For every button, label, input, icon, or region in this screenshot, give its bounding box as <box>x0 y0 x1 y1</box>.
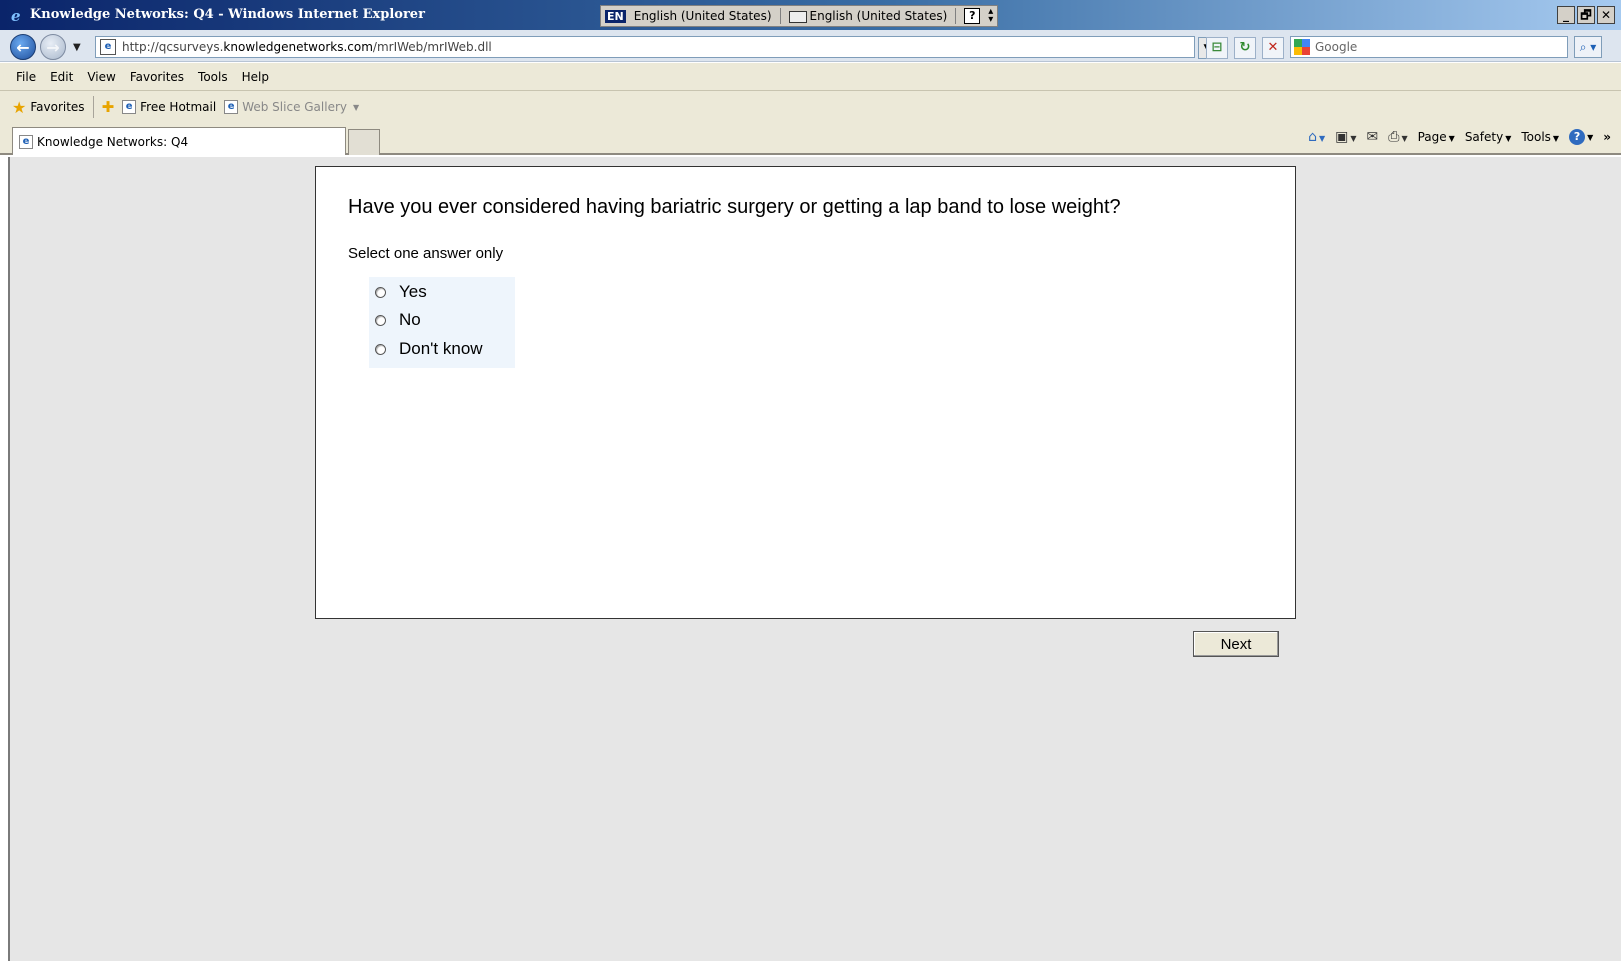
input-language[interactable]: English (United States) <box>634 9 772 23</box>
forward-arrow-icon: → <box>46 37 60 57</box>
google-logo-icon <box>1294 39 1310 55</box>
question-text: Have you ever considered having bariatri… <box>348 196 1121 218</box>
tools-menu-label: Tools <box>1521 130 1551 144</box>
navigation-bar: ← → ▼ e http://qcsurveys.knowledgenetwor… <box>0 30 1621 62</box>
favorite-link-label: Web Slice Gallery <box>242 100 347 114</box>
language-bar[interactable]: EN English (United States) English (Unit… <box>600 5 999 27</box>
url-path: /mrIWeb/mrIWeb.dll <box>372 40 492 54</box>
safety-menu-label: Safety <box>1464 130 1504 144</box>
favorites-button[interactable]: ★ Favorites <box>12 98 85 117</box>
langbar-divider <box>955 8 957 24</box>
question-card <box>315 166 1296 619</box>
page-icon: e <box>100 39 116 55</box>
compatibility-view-icon[interactable]: ⊟ <box>1206 37 1228 59</box>
chevron-down-icon: ▼ <box>1448 134 1455 143</box>
chevron-down-icon: ▼ <box>1552 134 1560 143</box>
read-mail-icon[interactable]: ✉ <box>1367 129 1379 145</box>
chevron-down-icon: ▼ <box>1505 134 1512 143</box>
search-box[interactable]: Google <box>1290 36 1568 58</box>
tab-label: Knowledge Networks: Q4 <box>37 134 189 149</box>
keyboard-icon <box>788 10 807 23</box>
favorite-link-web-slice-gallery[interactable]: e Web Slice Gallery ▼ <box>224 100 359 114</box>
instruction-text: Select one answer only <box>348 245 504 262</box>
favorites-bar: ★ Favorites ✚ e Free Hotmail e Web Slice Ga… <box>0 91 1621 123</box>
keyboard-layout[interactable]: English (United States) <box>788 9 948 23</box>
en-language-icon: EN <box>605 9 626 23</box>
help-icon[interactable]: ? <box>964 8 981 24</box>
answer-option-no[interactable]: No <box>369 310 421 330</box>
window-title: Knowledge Networks: Q4 - Windows Interne… <box>30 7 425 22</box>
ie-page-icon: e <box>19 134 33 149</box>
answer-option-yes[interactable]: Yes <box>369 282 427 302</box>
page-menu[interactable]: Page ▼ <box>1418 130 1455 144</box>
langbar-divider <box>779 8 781 24</box>
ie-page-icon: e <box>122 100 137 114</box>
menu-view[interactable]: View <box>87 70 115 84</box>
command-bar: ⌂ ▼ ▣ ▼ ✉ ⎙ ▼ Page ▼ Safety ▼ Tools ▼ ? ▼ » <box>1308 129 1611 145</box>
option-label: Don't know <box>399 339 483 358</box>
page-menu-label: Page <box>1417 130 1447 144</box>
url-prefix: http://qcsurveys. <box>122 40 224 54</box>
ie-logo-icon: e <box>11 7 21 23</box>
safety-menu[interactable]: Safety ▼ <box>1465 130 1512 144</box>
chevron-down-icon: ▼ <box>353 102 360 112</box>
search-input[interactable]: Google <box>1315 40 1357 54</box>
refresh-icon[interactable]: ↻ <box>1234 37 1256 59</box>
langbar-options-icon[interactable]: ▴ ▾ <box>988 7 993 25</box>
menu-file[interactable]: File <box>16 70 36 84</box>
address-url[interactable]: http://qcsurveys.knowledgenetworks.com/m… <box>122 40 492 54</box>
radio-button[interactable] <box>375 286 386 298</box>
favbar-divider <box>92 96 94 118</box>
help-icon: ? <box>1569 129 1586 145</box>
favorites-label: Favorites <box>30 100 85 114</box>
recent-pages-dropdown-icon[interactable]: ▼ <box>73 42 81 53</box>
help-menu[interactable]: ? ▼ <box>1569 129 1593 145</box>
back-button[interactable]: ← <box>10 34 36 60</box>
tools-menu[interactable]: Tools ▼ <box>1521 130 1559 144</box>
answer-option-dont-know[interactable]: Don't know <box>369 339 483 359</box>
forward-button[interactable]: → <box>40 34 66 60</box>
chevron-down-icon: ▼ <box>1587 132 1594 142</box>
favorite-link-label: Free Hotmail <box>140 100 217 114</box>
minimize-button[interactable]: _ <box>1557 6 1575 24</box>
title-bar: e Knowledge Networks: Q4 - Windows Inter… <box>0 0 1621 30</box>
stop-icon[interactable]: ✕ <box>1262 37 1284 59</box>
url-domain: knowledgenetworks.com <box>223 40 373 54</box>
svg-text:e: e <box>11 7 21 23</box>
option-label: Yes <box>399 282 427 301</box>
home-icon[interactable]: ⌂ ▼ <box>1308 129 1325 145</box>
address-bar[interactable]: e http://qcsurveys.knowledgenetworks.com… <box>95 36 1216 59</box>
add-to-favorites-bar-icon[interactable]: ✚ <box>102 98 115 116</box>
menu-favorites[interactable]: Favorites <box>130 70 184 84</box>
back-arrow-icon: ← <box>16 37 30 57</box>
restore-button[interactable]: 🗗 <box>1577 6 1595 24</box>
next-button[interactable]: Next <box>1193 631 1279 657</box>
favorite-link-hotmail[interactable]: e Free Hotmail <box>122 100 216 114</box>
overflow-chevron-icon[interactable]: » <box>1603 130 1611 144</box>
search-icon[interactable]: ⌕ ▾ <box>1574 36 1602 58</box>
new-tab-button[interactable] <box>348 129 380 155</box>
close-button[interactable]: ✕ <box>1597 6 1615 24</box>
print-icon[interactable]: ⎙ ▼ <box>1388 129 1407 145</box>
favorites-star-icon: ★ <box>12 97 27 117</box>
feeds-icon[interactable]: ▣ ▼ <box>1335 129 1356 145</box>
tab-row: e Knowledge Networks: Q4 ⌂ ▼ ▣ ▼ ✉ ⎙ ▼ Page… <box>0 123 1621 155</box>
menu-tools[interactable]: Tools <box>198 70 228 84</box>
radio-button[interactable] <box>375 343 386 355</box>
option-label: No <box>399 310 421 329</box>
tab-knowledge-networks[interactable]: e Knowledge Networks: Q4 <box>12 127 346 155</box>
menu-bar: File Edit View Favorites Tools Help <box>0 63 1621 91</box>
answer-options: Yes No Don't know <box>369 277 515 368</box>
menu-edit[interactable]: Edit <box>50 70 73 84</box>
ie-page-icon: e <box>224 100 239 114</box>
keyboard-layout-label: English (United States) <box>809 9 948 23</box>
menu-help[interactable]: Help <box>242 70 269 84</box>
window-controls: _ 🗗 ✕ <box>1557 6 1615 24</box>
radio-button[interactable] <box>375 314 386 326</box>
